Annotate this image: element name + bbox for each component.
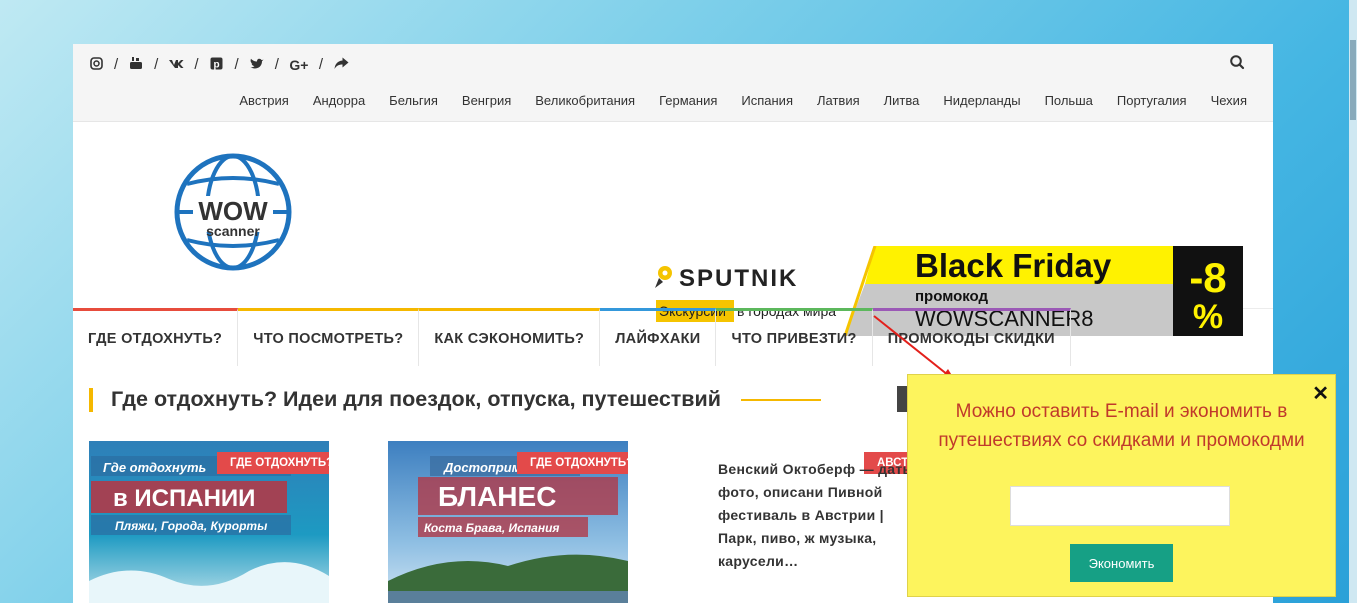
country-link[interactable]: Португалия bbox=[1117, 93, 1187, 108]
svg-text:Коста Брава, Испания: Коста Брава, Испания bbox=[424, 521, 560, 535]
category-tag[interactable]: ГДЕ ОТДОХНУТЬ? bbox=[217, 452, 329, 474]
subscribe-popup: ✕ Можно оставить E-mail и экономить в пу… bbox=[907, 374, 1336, 597]
instagram-icon[interactable] bbox=[87, 56, 105, 73]
category-tag[interactable]: ГДЕ ОТДОХНУТЬ? bbox=[517, 452, 628, 474]
top-bar: / / / p / / G+ / Австрия Андорра Бельгия bbox=[73, 44, 1273, 122]
svg-text:Достоприм: Достоприм bbox=[443, 460, 522, 475]
separator: / bbox=[154, 56, 159, 73]
svg-text:Black Friday: Black Friday bbox=[915, 247, 1112, 284]
google-plus-icon[interactable]: G+ bbox=[288, 57, 310, 73]
menu-item-where-to-rest[interactable]: ГДЕ ОТДОХНУТЬ? bbox=[73, 308, 239, 366]
country-link[interactable]: Испания bbox=[741, 93, 793, 108]
svg-text:БЛАНЕС: БЛАНЕС bbox=[438, 481, 556, 512]
main-menu: ГДЕ ОТДОХНУТЬ? ЧТО ПОСМОТРЕТЬ? КАК СЭКОН… bbox=[73, 308, 1071, 366]
country-link[interactable]: Венгрия bbox=[462, 93, 511, 108]
article-card[interactable]: Достоприм БЛАНЕС Коста Брава, Испания ГД… bbox=[388, 441, 628, 603]
youtube-icon[interactable] bbox=[127, 56, 145, 73]
svg-text:-8: -8 bbox=[1189, 254, 1226, 301]
separator: / bbox=[194, 56, 199, 73]
svg-text:промокод: промокод bbox=[915, 288, 989, 305]
country-link[interactable]: Латвия bbox=[817, 93, 860, 108]
save-button[interactable]: Экономить bbox=[1070, 544, 1173, 582]
email-input[interactable] bbox=[1010, 486, 1230, 526]
vk-icon[interactable] bbox=[167, 57, 185, 73]
menu-item-what-to-bring[interactable]: ЧТО ПРИВЕЗТИ? bbox=[716, 308, 873, 366]
svg-text:Пляжи, Города, Курорты: Пляжи, Города, Курорты bbox=[115, 519, 268, 533]
separator: / bbox=[234, 56, 239, 73]
menu-item-lifehacks[interactable]: ЛАЙФХАКИ bbox=[600, 308, 717, 366]
separator: / bbox=[318, 56, 324, 73]
separator: / bbox=[114, 56, 119, 73]
menu-item-what-to-see[interactable]: ЧТО ПОСМОТРЕТЬ? bbox=[238, 308, 420, 366]
section-heading: Где отдохнуть? Идеи для поездок, отпуска… bbox=[89, 387, 821, 412]
country-link[interactable]: Польша bbox=[1045, 93, 1093, 108]
article-title[interactable]: Венский Октоберф — даты, фото, описани П… bbox=[718, 458, 923, 573]
country-link[interactable]: Великобритания bbox=[535, 93, 635, 108]
svg-text:в ИСПАНИИ: в ИСПАНИИ bbox=[113, 485, 255, 512]
menu-item-promo-codes[interactable]: ПРОМОКОДЫ СКИДКИ bbox=[872, 308, 1071, 366]
article-card[interactable]: Где отдохнуть в ИСПАНИИ Пляжи, Города, К… bbox=[89, 441, 329, 603]
country-link[interactable]: Бельгия bbox=[389, 93, 438, 108]
site-logo[interactable]: WOW scanner bbox=[173, 152, 293, 272]
svg-text:WOW: WOW bbox=[198, 196, 268, 226]
section-title[interactable]: Где отдохнуть? Идеи для поездок, отпуска… bbox=[111, 387, 721, 412]
country-nav: Австрия Андорра Бельгия Венгрия Великобр… bbox=[239, 93, 1247, 108]
country-link[interactable]: Литва bbox=[884, 93, 920, 108]
svg-text:p: p bbox=[213, 59, 219, 70]
popup-message: Можно оставить E-mail и экономить в путе… bbox=[938, 401, 1305, 451]
section-divider bbox=[740, 398, 821, 401]
menu-item-how-to-save[interactable]: КАК СЭКОНОМИТЬ? bbox=[419, 308, 601, 366]
scrollbar-thumb[interactable] bbox=[1350, 40, 1356, 120]
window-scrollbar[interactable] bbox=[1349, 0, 1357, 603]
site-header: WOW scanner SPUTNIK Экскурсии в городах … bbox=[73, 122, 1273, 337]
pinterest-icon[interactable]: p bbox=[208, 57, 226, 73]
search-icon[interactable] bbox=[1229, 54, 1247, 72]
country-link[interactable]: Австрия bbox=[239, 93, 288, 108]
twitter-icon[interactable] bbox=[248, 57, 266, 73]
sputnik-logo-icon bbox=[655, 266, 672, 288]
country-link[interactable]: Германия bbox=[659, 93, 717, 108]
share-icon[interactable] bbox=[332, 57, 350, 73]
svg-text:scanner: scanner bbox=[206, 223, 260, 239]
separator: / bbox=[274, 56, 279, 73]
section-accent bbox=[89, 387, 93, 412]
svg-text:Где отдохнуть: Где отдохнуть bbox=[103, 460, 206, 475]
svg-text:SPUTNIK: SPUTNIK bbox=[679, 265, 798, 292]
country-link[interactable]: Чехия bbox=[1211, 93, 1247, 108]
svg-text:%: % bbox=[1193, 298, 1223, 336]
country-link[interactable]: Андорра bbox=[313, 93, 365, 108]
country-link[interactable]: Нидерланды bbox=[943, 93, 1020, 108]
social-links: / / / p / / G+ / bbox=[87, 56, 350, 73]
